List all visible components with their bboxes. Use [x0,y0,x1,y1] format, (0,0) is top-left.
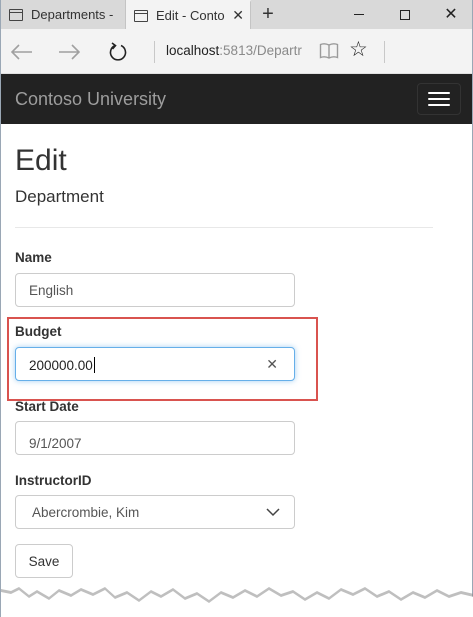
minimize-icon [354,13,364,16]
text-cursor [93,357,95,373]
budget-label: Budget [15,324,62,339]
start-date-input[interactable]: 9/1/2007 [15,421,295,455]
maximize-button[interactable] [382,0,428,29]
divider [384,41,385,63]
address-bar[interactable]: localhost:5813/Departr [166,43,302,58]
tab-edit[interactable]: Edit - Conto ✕ [126,0,251,29]
budget-input[interactable]: 200000.00 ✕ [15,347,295,381]
clear-icon[interactable]: ✕ [266,356,278,373]
close-tab-icon[interactable]: ✕ [232,7,244,24]
start-date-value: 9/1/2007 [29,436,82,451]
reading-view-icon[interactable] [319,42,339,60]
instructor-select[interactable]: Abercrombie, Kim [15,495,295,529]
favorite-star-icon[interactable]: ☆ [349,39,368,60]
page-icon [134,9,148,22]
minimize-button[interactable] [336,0,382,29]
page-title: Edit [15,144,67,177]
hamburger-icon-bar [428,104,450,106]
page-subtitle: Department [15,187,104,206]
browser-window: Departments - Edit - Conto ✕ + ✕ localho… [0,0,473,617]
hamburger-icon-bar [428,92,450,94]
url-host: localhost [166,43,220,58]
close-icon: ✕ [444,5,458,23]
menu-toggle-button[interactable] [417,83,461,115]
maximize-icon [400,9,410,20]
new-tab-button[interactable]: + [251,0,285,29]
instructor-value: Abercrombie, Kim [32,505,140,520]
name-value: English [29,283,74,298]
budget-value: 200000.00 [29,358,93,373]
tab-title: Edit - Conto [156,8,225,23]
back-button[interactable] [9,39,35,65]
hamburger-icon-bar [428,98,450,100]
page-icon [9,8,23,21]
instructor-label: InstructorID [15,473,92,488]
url-path: :5813/Departr [219,43,302,58]
browser-toolbar: localhost:5813/Departr ☆ [1,29,472,74]
forward-button[interactable] [56,39,82,65]
divider [154,41,155,63]
name-label: Name [15,250,52,265]
arrow-left-icon [11,44,32,60]
chevron-down-icon [266,508,280,517]
tab-title: Departments - [31,7,114,22]
site-navbar: Contoso University [1,74,472,124]
arrow-right-icon [59,44,80,60]
name-input[interactable]: English [15,273,295,307]
brand-link[interactable]: Contoso University [15,89,166,110]
refresh-icon [109,42,127,61]
start-date-label: Start Date [15,399,79,414]
close-window-button[interactable]: ✕ [428,0,473,29]
refresh-button[interactable] [105,39,131,65]
save-button[interactable]: Save [15,544,73,578]
torn-edge-decoration [1,587,473,617]
divider [15,227,433,228]
tab-departments[interactable]: Departments - [1,0,126,29]
